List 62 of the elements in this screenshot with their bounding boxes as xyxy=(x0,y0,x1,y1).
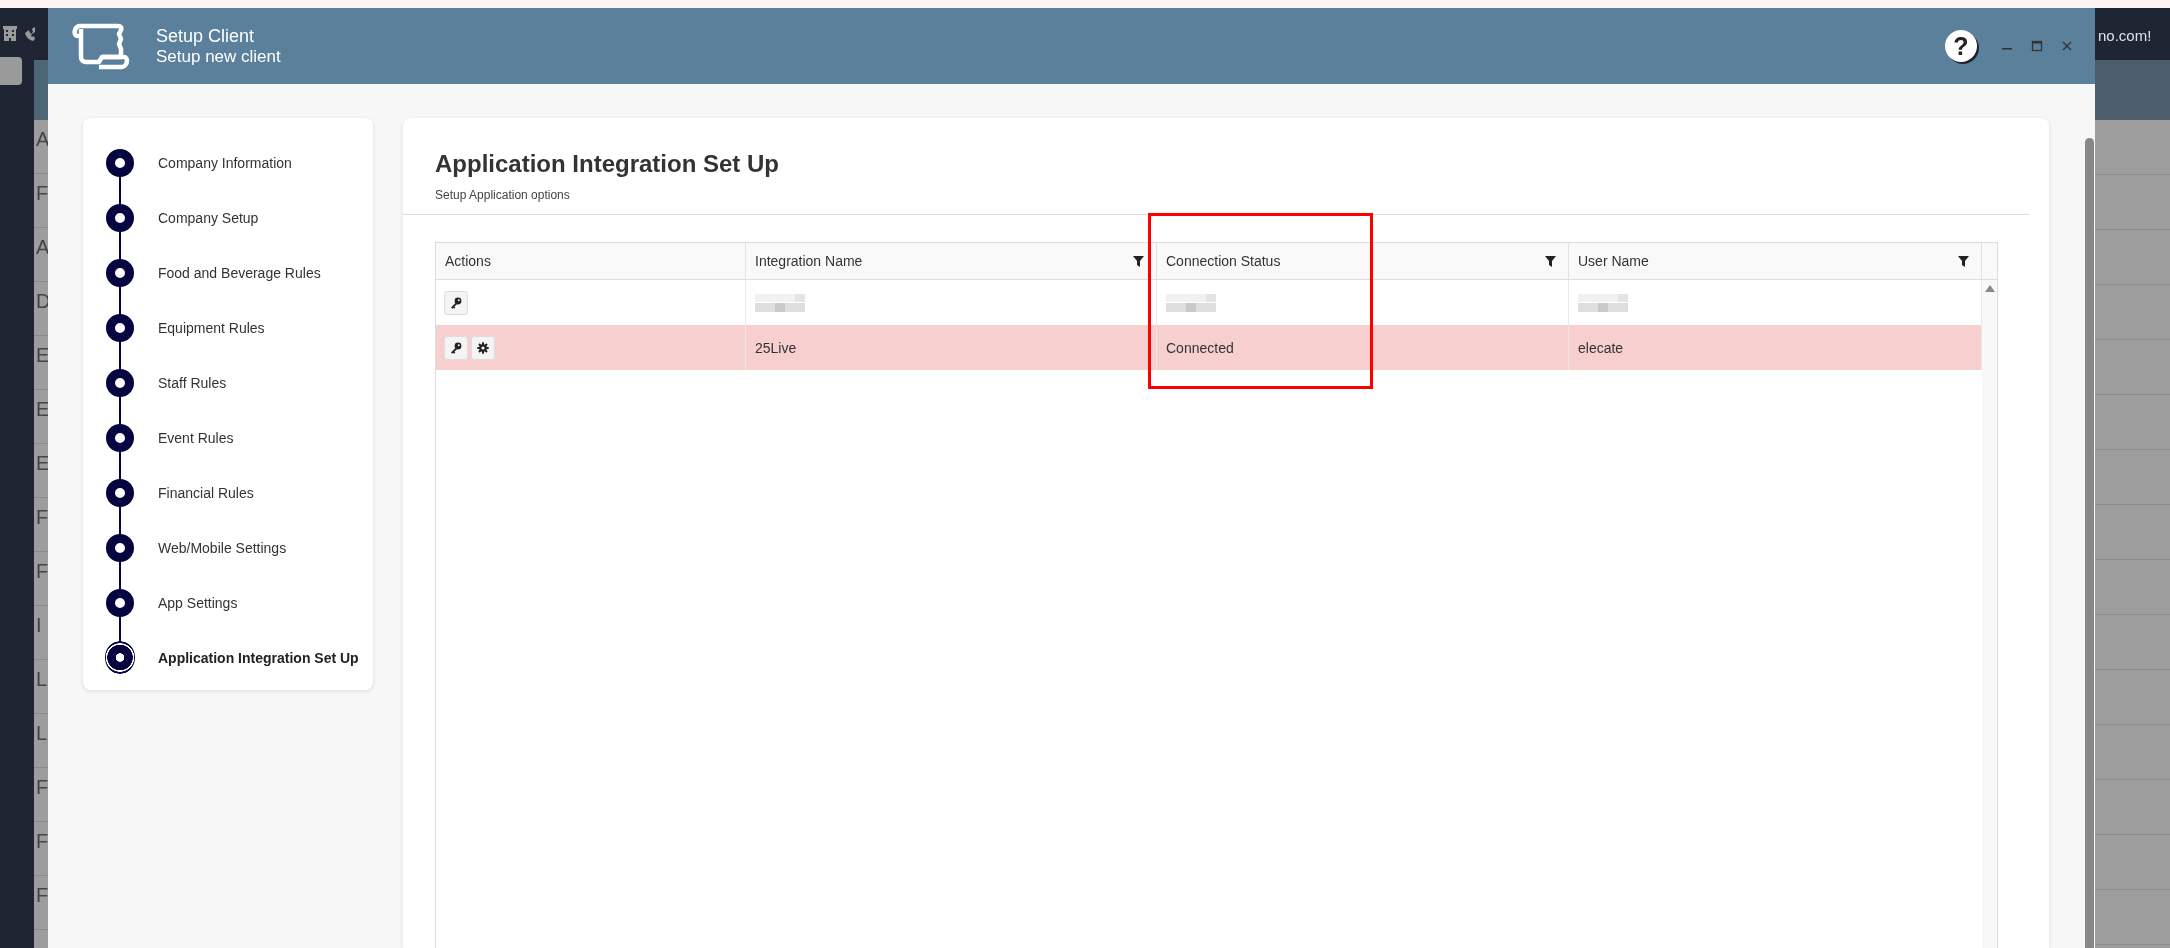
step-label[interactable]: Application Integration Set Up xyxy=(158,649,359,666)
dialog-title: Setup Client xyxy=(156,25,256,47)
step-label[interactable]: Food and Beverage Rules xyxy=(158,264,321,281)
list-item-title: L xyxy=(36,668,48,690)
step-label[interactable]: Financial Rules xyxy=(158,484,254,501)
step-label[interactable]: Staff Rules xyxy=(158,374,227,391)
user-email: no.com! xyxy=(2098,27,2152,44)
settings-button[interactable] xyxy=(471,335,495,360)
filter-icon[interactable] xyxy=(1133,255,1144,267)
list-item-title: F xyxy=(36,506,49,528)
scroll-up-icon[interactable] xyxy=(1984,285,1995,292)
step-marker[interactable] xyxy=(106,313,134,342)
step-label[interactable]: Equipment Rules xyxy=(158,319,265,336)
step-label[interactable]: Company Setup xyxy=(158,209,259,226)
list-item-title: L xyxy=(36,722,48,744)
table-row[interactable]: 25Live Connected elecate xyxy=(436,325,1982,370)
list-item-title: F xyxy=(36,560,49,582)
column-header[interactable]: Actions xyxy=(436,243,746,279)
step-marker[interactable] xyxy=(106,368,134,397)
list-item-title: F xyxy=(36,182,49,204)
column-header[interactable]: Connection Status xyxy=(1157,243,1569,279)
dialog-subtitle: Setup new client xyxy=(156,47,281,67)
list-item-title: A xyxy=(36,236,50,258)
key-icon xyxy=(450,296,462,309)
close-icon[interactable] xyxy=(2061,40,2073,52)
step-label[interactable]: App Settings xyxy=(158,594,238,611)
step-marker[interactable] xyxy=(106,203,134,232)
list-item-title: A xyxy=(36,128,50,150)
page-subtitle: Setup Application options xyxy=(435,188,571,202)
help-button[interactable]: ? xyxy=(1945,30,1977,62)
step-marker[interactable] xyxy=(106,478,134,507)
list-item-title: E xyxy=(36,398,50,420)
key-button[interactable] xyxy=(444,335,468,360)
phone-icon[interactable] xyxy=(23,25,37,42)
list-item-title: F xyxy=(36,830,49,852)
list-item-title: F xyxy=(36,776,49,798)
step-marker[interactable] xyxy=(106,423,134,452)
gear-icon xyxy=(477,341,489,354)
step-marker[interactable] xyxy=(106,588,134,617)
page-title: Application Integration Set Up xyxy=(435,150,780,178)
filter-icon[interactable] xyxy=(1958,255,1969,267)
list-item-title: F xyxy=(36,884,49,906)
step-label[interactable]: Web/Mobile Settings xyxy=(158,539,287,556)
building-icon[interactable] xyxy=(2,25,18,42)
table-cell: Connected xyxy=(1157,325,1569,370)
key-icon xyxy=(450,341,462,354)
list-item-title: E xyxy=(36,452,50,474)
step-marker[interactable] xyxy=(106,258,134,287)
column-header[interactable]: Integration Name xyxy=(746,243,1157,279)
table-cell: 25Live xyxy=(746,325,1157,370)
step-label[interactable]: Event Rules xyxy=(158,429,234,446)
column-header[interactable]: User Name xyxy=(1569,243,1982,279)
maximize-icon[interactable] xyxy=(2031,40,2043,52)
step-marker[interactable] xyxy=(106,148,134,177)
step-label[interactable]: Company Information xyxy=(158,154,292,171)
step-marker[interactable] xyxy=(106,533,134,562)
key-button[interactable] xyxy=(444,290,468,315)
list-item-title: I xyxy=(36,614,42,636)
filter-icon[interactable] xyxy=(1545,255,1556,267)
list-item-title: E xyxy=(36,344,50,366)
scroll-icon xyxy=(72,22,130,70)
step-marker[interactable] xyxy=(105,641,135,674)
